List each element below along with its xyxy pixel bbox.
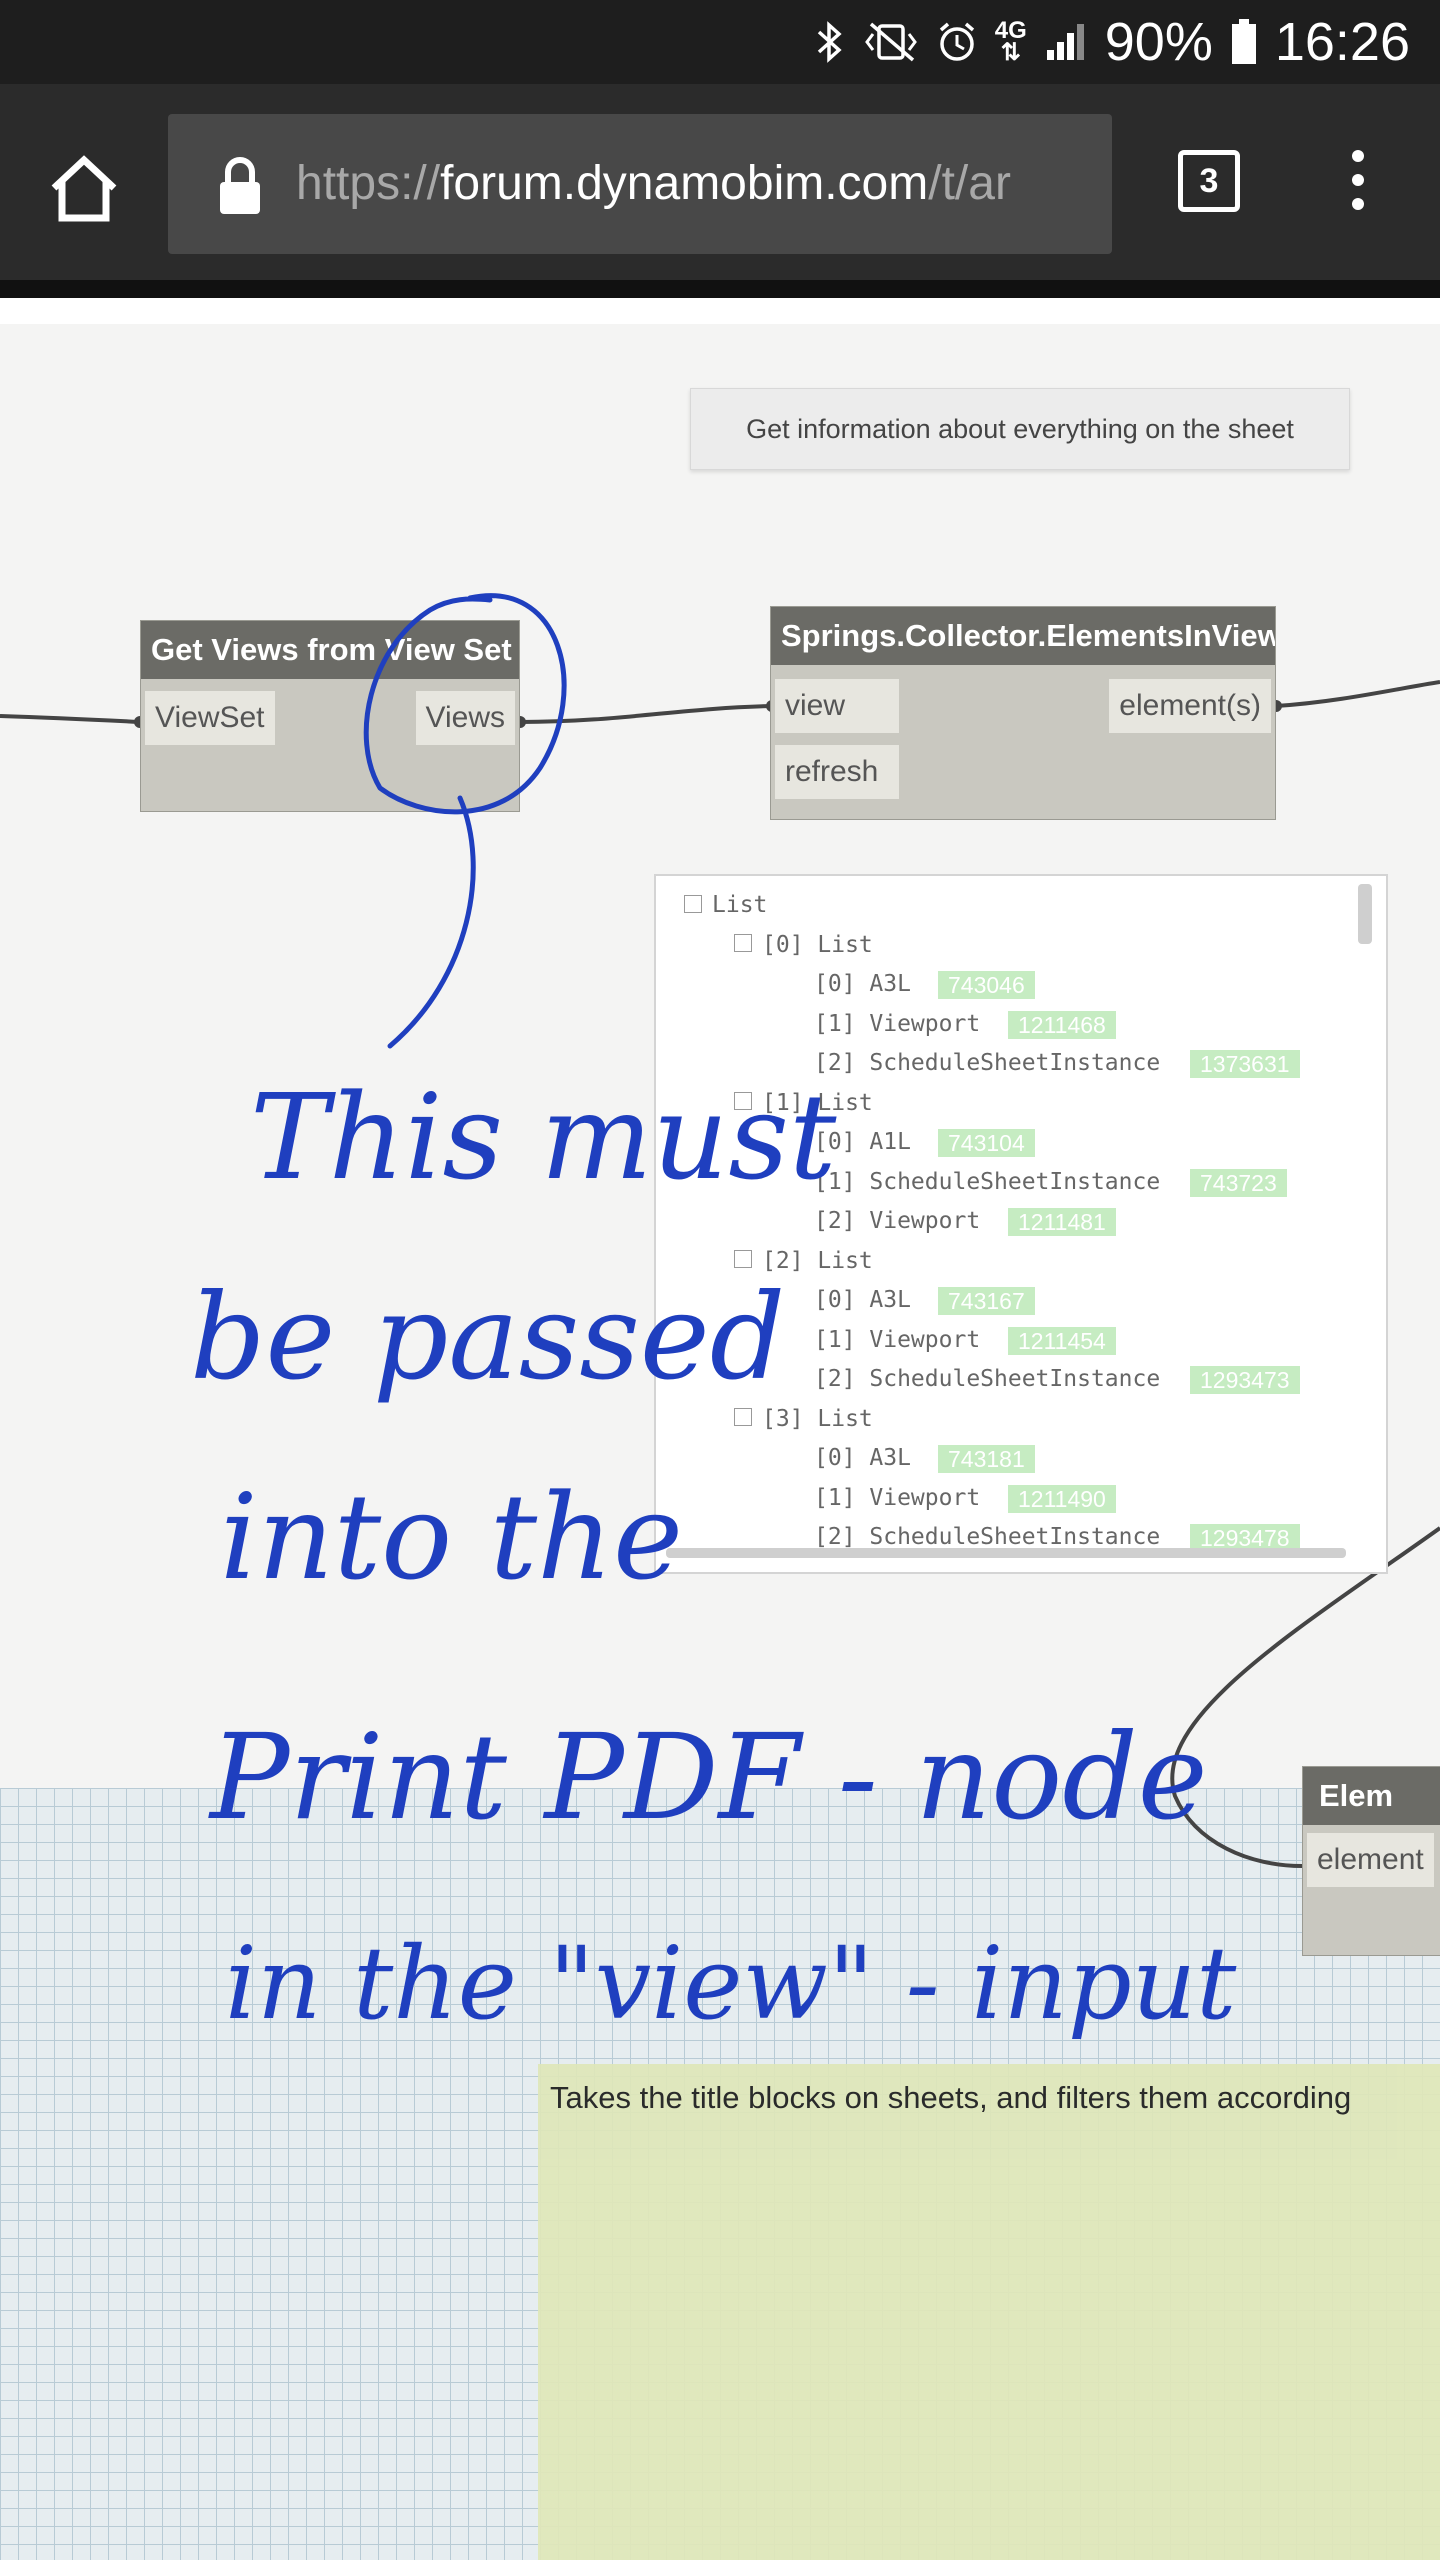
network-type-icon: 4G ⇅ [994,17,1027,66]
battery-icon [1231,19,1257,65]
home-icon [51,155,117,222]
tab-switcher-button[interactable]: 3 [1178,150,1240,212]
dynamo-canvas-screenshot: Get information about everything on the … [0,298,1440,2560]
clock: 16:26 [1274,12,1410,72]
url-text: https://forum.dynamobim.com/t/ar [296,157,1011,210]
svg-text:be passed: be passed [190,1268,785,1406]
vibrate-mute-icon [863,20,919,64]
home-button[interactable] [44,148,124,228]
battery-percent: 90% [1104,12,1213,72]
overflow-menu-icon [1332,150,1384,210]
browser-toolbar: https://forum.dynamobim.com/t/ar 3 [0,84,1440,280]
svg-text:This must: This must [250,1068,837,1206]
address-bar[interactable]: https://forum.dynamobim.com/t/ar [168,114,1112,254]
handwritten-annotation: This must be passed into the Print PDF -… [190,593,1237,2042]
status-bar: 4G ⇅ 90% 16:26 [0,0,1440,84]
lock-icon [220,157,260,214]
svg-text:into the: into the [220,1468,683,1606]
svg-text:in the "view" - input: in the "view" - input [225,1925,1237,2042]
svg-text:Print PDF - node: Print PDF - node [208,1708,1208,1846]
signal-icon [1045,22,1087,62]
bluetooth-icon [815,20,845,64]
toolbar-divider [0,280,1440,298]
overflow-menu-button[interactable] [1332,150,1384,220]
tabs-icon: 3 [1199,162,1219,200]
alarm-icon [937,20,977,64]
